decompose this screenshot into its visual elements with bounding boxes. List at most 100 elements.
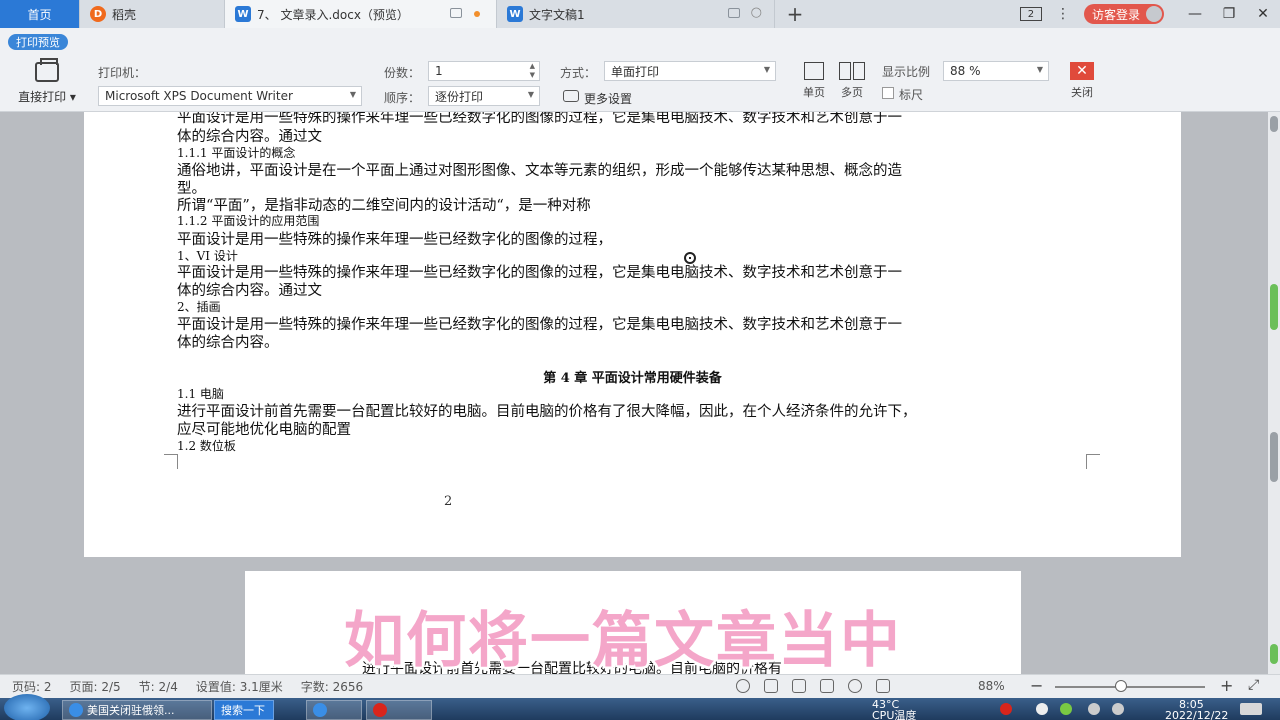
mode-label: 方式：	[560, 66, 597, 80]
more-icon[interactable]: ⋮	[1056, 6, 1070, 22]
crop-mark	[177, 455, 191, 469]
doc-line: 体的综合内容。通过文	[177, 283, 322, 299]
guest-login-label: 访客登录	[1091, 7, 1140, 22]
start-button[interactable]	[4, 694, 50, 720]
chevron-down-icon: ▼	[1036, 65, 1043, 74]
mode-select[interactable]: 单面打印 ▼	[604, 61, 776, 81]
zoom-out-icon[interactable]: −	[1030, 676, 1043, 695]
status-page-code: 页码: 2	[12, 680, 52, 694]
video-subtitle: 如何将一篇文章当中	[344, 606, 902, 674]
reading-view-icon[interactable]	[820, 679, 834, 693]
zoom-value: 88 %	[950, 64, 981, 78]
chevron-down-icon: ▼	[527, 90, 534, 99]
outline-view-icon[interactable]	[792, 679, 806, 693]
multi-page-label: 多页	[841, 86, 863, 99]
doc-line: 平面设计是用一些特殊的操作来年理一些已经数字化的图像的过程，	[177, 232, 612, 248]
copies-stepper[interactable]: 1 ▲ ▼	[428, 61, 540, 81]
print-ribbon: 打印预览 直接打印 ▾ 打印机： Microsoft XPS Document …	[0, 28, 1280, 112]
docer-icon: D	[90, 6, 106, 22]
tab-docer[interactable]: D 稻壳	[80, 0, 225, 28]
taskbar-item-recorder[interactable]	[366, 700, 432, 720]
notify-icon[interactable]	[1036, 703, 1048, 715]
status-section: 节: 2/4	[138, 680, 178, 694]
multi-page-button[interactable]: 多页	[836, 62, 868, 100]
record-tray-icon[interactable]	[1000, 703, 1012, 715]
close-window-icon[interactable]: ✕	[1246, 6, 1280, 22]
tab-document[interactable]: W 7、 文章录入.docx（预览）	[225, 0, 497, 28]
browser-icon	[69, 703, 83, 717]
printer-select[interactable]: Microsoft XPS Document Writer ▼	[98, 86, 362, 106]
clock[interactable]: 8:05 2022/12/22	[1165, 699, 1228, 720]
order-select[interactable]: 逐份打印 ▼	[428, 86, 540, 106]
zoom-in-icon[interactable]: +	[1220, 676, 1233, 695]
volume-icon[interactable]	[1112, 703, 1124, 715]
close-preview-button[interactable]: ✕ 关闭	[1066, 62, 1098, 100]
taskbar-search[interactable]: 搜索一下	[214, 700, 274, 720]
wps-icon	[313, 703, 327, 717]
eye-icon[interactable]	[736, 679, 750, 693]
direct-print-button[interactable]: 直接打印 ▾	[14, 58, 80, 105]
monitor-icon[interactable]	[450, 8, 462, 18]
status-word-count[interactable]: 字数: 2656	[301, 678, 363, 695]
zoom-select[interactable]: 88 % ▼	[943, 61, 1049, 81]
close-icon: ✕	[1070, 62, 1094, 80]
web-view-icon[interactable]	[848, 679, 862, 693]
tab-docer-label: 稻壳	[112, 7, 137, 22]
doc-line: 体的综合内容。	[177, 335, 279, 351]
page-number: 2	[444, 494, 453, 509]
minimize-icon[interactable]: —	[1178, 6, 1212, 22]
doc-heading: 1.2 数位板	[177, 439, 236, 453]
taskbar: 美国关闭驻俄领... 搜索一下 43°C CPU温度 8:05 2022/12/…	[0, 694, 1280, 720]
more-settings-link[interactable]: 更多设置	[584, 90, 632, 107]
new-tab-button[interactable]: +	[775, 0, 815, 28]
doc-heading: 1.1.2 平面设计的应用范围	[177, 214, 320, 228]
page-view-icon[interactable]	[764, 679, 778, 693]
clock-date: 2022/12/22	[1165, 709, 1229, 720]
window-count-icon[interactable]: 2	[1019, 7, 1042, 21]
ruler-checkbox[interactable]	[882, 87, 894, 99]
zoom-slider[interactable]	[1055, 686, 1205, 688]
scrollbar-thumb[interactable]	[1270, 116, 1278, 132]
taskbar-item-wps[interactable]	[306, 700, 362, 720]
single-page-icon	[804, 62, 824, 80]
stepper-arrows-icon[interactable]: ▲ ▼	[530, 62, 535, 80]
page: 平面设计是用一些特殊的操作来年理一些已经数字化的图像的过程，它是集电电脑技术、数…	[84, 112, 1181, 557]
status-zoom[interactable]: 88%	[978, 679, 1005, 693]
monitor-icon[interactable]	[728, 8, 740, 18]
doc-line: 体的综合内容。通过文	[177, 129, 322, 145]
taskbar-item-browser[interactable]: 美国关闭驻俄领...	[62, 700, 212, 720]
chevron-down-icon: ▼	[349, 90, 356, 99]
tab-home[interactable]: 首页	[0, 0, 80, 28]
scroll-marker	[1270, 432, 1278, 482]
multi-page-icon	[839, 62, 865, 80]
cpu-temperature: 43°C CPU温度	[872, 699, 916, 720]
security-icon[interactable]	[1060, 703, 1072, 715]
guest-login-button[interactable]: 访客登录	[1083, 4, 1164, 24]
document-area[interactable]: 平面设计是用一些特殊的操作来年理一些已经数字化的图像的过程，它是集电电脑技术、数…	[0, 112, 1268, 674]
scroll-marker	[1270, 644, 1278, 664]
zoom-slider-handle[interactable]	[1115, 680, 1127, 692]
vertical-scrollbar[interactable]	[1268, 112, 1280, 674]
pen-icon[interactable]	[876, 679, 890, 693]
network-icon[interactable]	[1088, 703, 1100, 715]
mode-value: 单面打印	[611, 64, 660, 79]
fullscreen-icon[interactable]: ⤢	[1248, 677, 1259, 693]
single-page-button[interactable]: 单页	[800, 62, 828, 100]
unsaved-dot-icon	[474, 11, 480, 17]
restore-icon[interactable]: ❐	[1212, 6, 1246, 22]
doc-line: 通俗地讲，平面设计是在一个平面上通过对图形图像、文本等元素的组织，形成一个能够传…	[177, 163, 902, 179]
direct-print-label: 直接打印 ▾	[18, 90, 76, 104]
temperature-label: CPU温度	[872, 709, 917, 720]
tab-document-2[interactable]: W 文字文稿1 ○	[497, 0, 775, 28]
crop-mark	[1086, 455, 1100, 469]
zoom-cursor-icon	[684, 252, 696, 264]
ruler-label: 标尺	[899, 88, 924, 102]
show-desktop-button[interactable]	[1240, 703, 1262, 715]
taskbar-search-label: 搜索一下	[221, 704, 265, 717]
doc-line: 应尽可能地优化电脑的配置	[177, 422, 351, 438]
order-value: 逐份打印	[435, 89, 484, 104]
tab-bar: 首页 D 稻壳 W 7、 文章录入.docx（预览） W 文字文稿1 ○ + 2…	[0, 0, 1280, 28]
close-tab-icon[interactable]: ○	[751, 5, 762, 20]
taskbar-item-label: 美国关闭驻俄领...	[87, 704, 175, 717]
crop-mark	[164, 454, 178, 468]
